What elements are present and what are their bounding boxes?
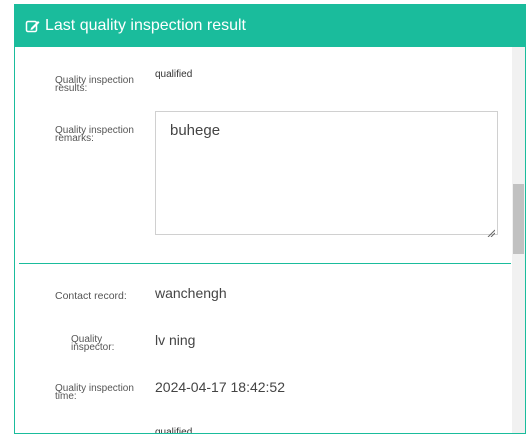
edit-icon bbox=[25, 18, 41, 34]
scrollbar[interactable] bbox=[512, 47, 525, 433]
scrollbar-thumb[interactable] bbox=[513, 184, 524, 254]
remarks-textarea[interactable]: buhege bbox=[155, 111, 498, 238]
inspector-value: lv ning bbox=[155, 332, 196, 348]
time-value: 2024-04-17 18:42:52 bbox=[155, 379, 285, 395]
remarks-text: buhege bbox=[170, 122, 221, 139]
time-label: Quality inspection time: bbox=[55, 383, 134, 402]
results-label: Quality inspection results: bbox=[55, 75, 134, 94]
contact-value: wanchengh bbox=[155, 285, 227, 301]
section-divider bbox=[19, 263, 511, 264]
panel-header: Last quality inspection result bbox=[15, 5, 525, 47]
remarks-label: Quality inspection remarks: bbox=[55, 125, 134, 144]
panel-body: Quality inspection results: qualified Qu… bbox=[15, 47, 511, 433]
panel-title: Last quality inspection result bbox=[45, 17, 246, 34]
inspector-label: Quality inspector: bbox=[71, 334, 115, 353]
resize-handle-icon[interactable] bbox=[487, 224, 496, 238]
inspection-result-panel: Last quality inspection result Quality i… bbox=[14, 4, 526, 434]
next-value: qualified bbox=[155, 427, 193, 433]
contact-label: Contact record: bbox=[55, 290, 127, 302]
results-value: qualified bbox=[155, 69, 193, 80]
next-label-cutoff bbox=[57, 431, 117, 433]
